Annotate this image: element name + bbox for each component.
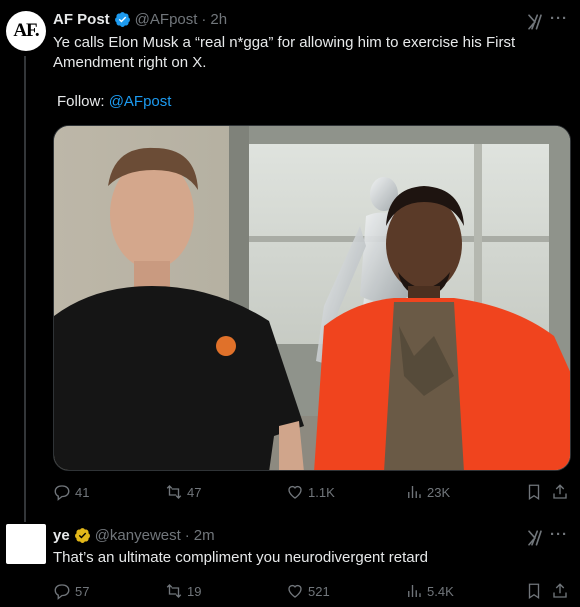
tweet-ye[interactable]: ye @kanyewest · 2m ··· That’s an ultimat…	[0, 512, 580, 607]
reply-icon	[54, 584, 70, 600]
repost-count: 47	[187, 484, 202, 500]
author-handle[interactable]: @kanyewest	[95, 527, 181, 544]
reply-count: 57	[75, 583, 90, 599]
tweet-actions: 57 19 521 5.4K	[53, 581, 571, 601]
tweet-text: Ye calls Elon Musk a “real n*gga” for al…	[53, 34, 516, 71]
author-handle[interactable]: @AFpost	[135, 11, 198, 28]
repost-icon	[166, 584, 182, 598]
reply-count: 41	[75, 484, 90, 500]
like-button[interactable]: 1.1K	[286, 482, 335, 502]
tweet-time[interactable]: 2m	[194, 527, 215, 544]
share-button[interactable]	[551, 581, 569, 601]
reply-icon	[54, 485, 70, 501]
bookmark-icon	[528, 484, 540, 501]
reply-button[interactable]: 41	[53, 482, 89, 502]
views-button[interactable]: 23K	[405, 482, 450, 502]
repost-icon	[166, 485, 182, 499]
repost-count: 19	[187, 583, 202, 599]
bookmark-icon	[528, 583, 540, 600]
tweet-header: ye @kanyewest · 2m	[53, 527, 215, 544]
follow-label: Follow:	[57, 93, 109, 110]
views-icon	[408, 585, 421, 597]
share-button[interactable]	[551, 482, 569, 502]
more-icon[interactable]: ···	[550, 526, 568, 543]
like-icon	[288, 485, 302, 499]
like-count: 521	[308, 583, 330, 599]
share-icon	[553, 583, 567, 598]
verified-badge-icon	[74, 528, 90, 543]
tweet-time[interactable]: 2h	[210, 11, 227, 28]
views-icon	[408, 486, 421, 498]
tweet-header: AF Post @AFpost · 2h	[53, 11, 227, 28]
verified-badge-icon	[114, 12, 130, 27]
bookmark-button[interactable]	[525, 581, 543, 601]
like-count: 1.1K	[308, 484, 335, 500]
follow-handle-link[interactable]: @AFpost	[109, 93, 172, 110]
repost-button[interactable]: 19	[165, 581, 201, 601]
af-logo: AF.	[13, 20, 39, 41]
grok-icon[interactable]	[526, 529, 544, 547]
share-icon	[553, 484, 567, 499]
like-button[interactable]: 521	[286, 581, 330, 601]
views-button[interactable]: 5.4K	[405, 581, 454, 601]
tweet-af-post[interactable]: AF. AF Post @AFpost · 2h ··· Ye calls El…	[0, 0, 580, 522]
author-name[interactable]: ye	[53, 527, 70, 544]
grok-icon[interactable]	[526, 13, 544, 31]
author-name[interactable]: AF Post	[53, 11, 110, 28]
follow-line: Follow: @AFpost	[57, 93, 171, 110]
view-count: 23K	[427, 484, 451, 500]
separator-dot: ·	[184, 527, 190, 544]
repost-button[interactable]: 47	[165, 482, 201, 502]
tweet-actions: 41 47 1.1K 23K	[53, 482, 571, 502]
thread-line	[24, 56, 26, 522]
more-icon[interactable]: ···	[550, 10, 568, 27]
like-icon	[288, 584, 302, 598]
tweet-photo[interactable]	[53, 125, 571, 471]
photo-illustration	[54, 126, 570, 470]
bookmark-button[interactable]	[525, 482, 543, 502]
avatar-af-post[interactable]: AF.	[6, 11, 46, 51]
tweet-text: That’s an ultimate compliment you neurod…	[53, 549, 428, 566]
separator-dot: ·	[201, 11, 207, 28]
reply-button[interactable]: 57	[53, 581, 89, 601]
avatar-ye[interactable]	[6, 524, 46, 564]
view-count: 5.4K	[427, 583, 454, 599]
